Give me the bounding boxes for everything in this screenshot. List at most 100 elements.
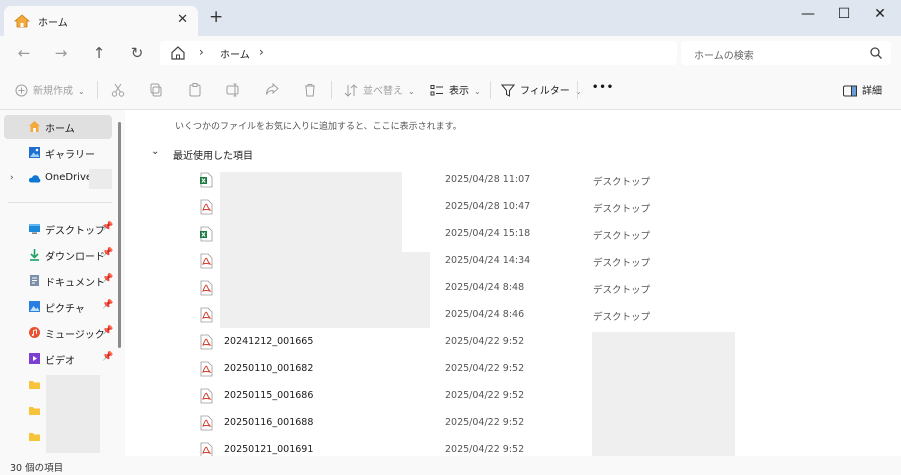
search-box[interactable]: ホームの検索 <box>681 41 891 65</box>
filter-label: フィルター <box>520 86 570 97</box>
chevron-down-icon: ⌄ <box>574 87 582 96</box>
sidebar-item-documents[interactable]: ドキュメント 📌 <box>4 269 113 293</box>
pdf-file-icon <box>200 415 213 431</box>
new-button[interactable]: 新規作成 ⌄ <box>15 82 85 97</box>
details-label: 詳細 <box>862 86 882 97</box>
paste-icon[interactable] <box>187 82 203 98</box>
details-pane-icon <box>843 85 857 97</box>
divider <box>97 81 98 99</box>
file-location: デスクトップ <box>593 231 651 242</box>
sidebar-item-videos[interactable]: ビデオ 📌 <box>4 347 113 371</box>
file-location: デスクトップ <box>593 312 651 323</box>
filter-button[interactable]: フィルター ⌄ <box>500 82 582 97</box>
home-icon <box>14 14 30 28</box>
file-date: 2025/04/22 9:52 <box>445 363 525 374</box>
tab-home[interactable]: ホーム ✕ <box>4 6 198 36</box>
details-button[interactable]: 詳細 <box>843 82 882 97</box>
sort-label: 並べ替え <box>363 86 403 97</box>
rename-icon[interactable] <box>225 82 241 98</box>
delete-icon[interactable] <box>302 82 318 98</box>
minimize-button[interactable]: — <box>788 3 828 27</box>
sidebar-item-downloads[interactable]: ダウンロード 📌 <box>4 243 113 267</box>
filter-icon <box>500 84 516 97</box>
excel-file-icon <box>200 172 213 188</box>
sidebar-item-gallery[interactable]: ギャラリー <box>4 141 112 165</box>
chevron-right-icon[interactable]: › <box>259 45 264 59</box>
refresh-icon[interactable]: ↻ <box>127 44 147 62</box>
favorites-hint: いくつかのファイルをお気に入りに追加すると、ここに表示されます。 <box>175 122 462 132</box>
pdf-file-icon <box>200 334 213 350</box>
chevron-down-icon[interactable]: ⌄ <box>151 146 159 157</box>
pin-icon[interactable]: 📌 <box>102 274 113 284</box>
file-date: 2025/04/28 10:47 <box>445 201 531 212</box>
copy-icon[interactable] <box>148 82 164 98</box>
folder-icon <box>29 433 40 441</box>
cut-icon[interactable] <box>110 82 126 98</box>
sidebar-item-desktop[interactable]: デスクトップ 📌 <box>4 217 113 241</box>
plus-circle-icon <box>15 84 28 97</box>
sidebar-scrollbar[interactable] <box>118 122 121 348</box>
pin-icon[interactable]: 📌 <box>102 326 113 336</box>
tab-label: ホーム <box>38 18 68 29</box>
sidebar-item-pictures[interactable]: ピクチャ 📌 <box>4 295 113 319</box>
folder-icon <box>29 407 40 415</box>
file-location: デスクトップ <box>593 204 651 215</box>
file-location: デスクトップ <box>593 177 651 188</box>
table-row[interactable]: 20241212_001665 2025/04/22 9:52 <box>185 329 885 355</box>
breadcrumb-home[interactable]: ホーム <box>220 46 250 61</box>
sidebar-item-label: ミュージック <box>45 330 105 341</box>
sort-button[interactable]: 並べ替え ⌄ <box>344 82 415 97</box>
chevron-down-icon: ⌄ <box>78 87 85 96</box>
divider <box>490 81 491 99</box>
search-icon[interactable] <box>869 46 883 60</box>
maximize-button[interactable]: ☐ <box>824 3 864 27</box>
up-icon[interactable]: ↑ <box>89 44 109 62</box>
folder-icon <box>29 381 40 389</box>
tab-close-icon[interactable]: ✕ <box>177 12 188 27</box>
pin-icon[interactable]: 📌 <box>102 248 113 258</box>
music-icon <box>29 327 40 338</box>
pin-icon[interactable]: 📌 <box>102 300 113 310</box>
share-icon[interactable] <box>264 82 280 98</box>
pdf-file-icon <box>200 199 213 215</box>
view-button[interactable]: 表示 ⌄ <box>430 82 481 97</box>
file-name: 20241212_001665 <box>224 336 314 347</box>
new-tab-icon[interactable]: + <box>209 9 223 26</box>
file-name: 20250110_001682 <box>224 363 314 374</box>
address-bar: ← → ↑ ↻ › ホーム › ホームの検索 <box>0 36 901 70</box>
sidebar-item-music[interactable]: ミュージック 📌 <box>4 321 113 345</box>
chevron-right-icon[interactable]: › <box>199 45 204 59</box>
sidebar-item-label: ギャラリー <box>45 150 95 161</box>
cloud-icon <box>28 175 41 183</box>
status-bar: 30 個の項目 <box>0 456 901 475</box>
back-icon[interactable]: ← <box>14 44 34 62</box>
table-row[interactable]: 20250116_001688 2025/04/22 9:52 <box>185 410 885 436</box>
chevron-right-icon[interactable]: › <box>10 173 14 183</box>
search-input[interactable]: ホームの検索 <box>694 47 754 62</box>
divider <box>8 202 112 203</box>
file-name: 20250116_001688 <box>224 417 314 428</box>
breadcrumb[interactable]: › ホーム › <box>160 41 677 65</box>
download-icon <box>30 249 39 261</box>
table-row[interactable]: 20250110_001682 2025/04/22 9:52 <box>185 356 885 382</box>
file-date: 2025/04/24 14:34 <box>445 255 531 266</box>
redacted-region <box>220 172 402 254</box>
pdf-file-icon <box>200 307 213 323</box>
close-button[interactable]: ✕ <box>860 3 900 27</box>
sidebar-item-label: ドキュメント <box>45 278 105 289</box>
divider <box>331 81 332 99</box>
pin-icon[interactable]: 📌 <box>102 222 113 232</box>
divider <box>577 81 578 99</box>
sidebar-item-home[interactable]: ホーム <box>4 115 112 139</box>
file-location: デスクトップ <box>593 285 651 296</box>
pin-icon[interactable]: 📌 <box>102 352 113 362</box>
more-options-button[interactable]: ••• <box>592 82 614 93</box>
redacted-region <box>46 375 100 453</box>
forward-icon[interactable]: → <box>51 44 71 62</box>
view-label: 表示 <box>449 86 469 97</box>
table-row[interactable]: 20250115_001686 2025/04/22 9:52 <box>185 383 885 409</box>
home-outline-icon[interactable] <box>170 45 186 61</box>
redacted-region <box>220 252 430 328</box>
file-name: 20250115_001686 <box>224 390 314 401</box>
table-row[interactable]: 20250121_001691 2025/04/22 9:52 <box>185 437 885 456</box>
